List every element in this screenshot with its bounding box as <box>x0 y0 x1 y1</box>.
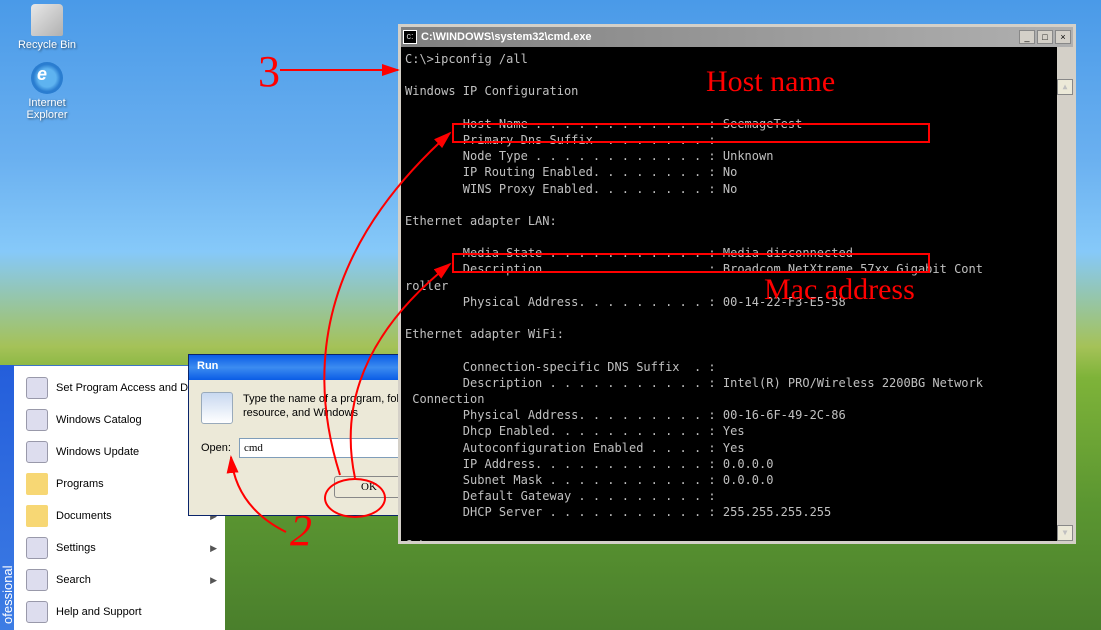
maximize-button[interactable]: □ <box>1037 30 1053 44</box>
cmd-titlebar[interactable]: c: C:\WINDOWS\system32\cmd.exe _ □ × <box>401 27 1073 47</box>
minimize-button[interactable]: _ <box>1019 30 1035 44</box>
sm-item-search[interactable]: Search ▶ <box>18 564 225 596</box>
cmd-title-text: C:\WINDOWS\system32\cmd.exe <box>421 31 1017 43</box>
sm-item-help[interactable]: Help and Support <box>18 596 225 628</box>
documents-icon <box>26 505 48 527</box>
desktop-icon-recycle-bin[interactable]: Recycle Bin <box>12 4 82 51</box>
close-button[interactable]: × <box>1055 30 1071 44</box>
sm-label: Windows Catalog <box>56 414 142 426</box>
sm-label: Windows Update <box>56 446 139 458</box>
ie-icon <box>31 62 63 94</box>
sm-item-settings[interactable]: Settings ▶ <box>18 532 225 564</box>
sm-label: Search <box>56 574 91 586</box>
scroll-track[interactable] <box>1057 128 1073 541</box>
cmd-scrollbar[interactable]: ▲ ▼ <box>1057 47 1073 541</box>
cmd-icon: c: <box>403 30 417 44</box>
start-menu-stripe: ofessional <box>0 365 14 630</box>
scroll-down-button[interactable]: ▼ <box>1057 525 1073 541</box>
sm-label: Help and Support <box>56 606 142 618</box>
settings-icon <box>26 537 48 559</box>
update-icon <box>26 441 48 463</box>
recycle-bin-icon <box>31 4 63 36</box>
run-icon <box>201 392 233 424</box>
sm-label: Programs <box>56 478 104 490</box>
desktop-icon-ie[interactable]: Internet Explorer <box>12 62 82 121</box>
scroll-up-button[interactable]: ▲ <box>1057 79 1073 95</box>
annotation-step-3: 3 <box>258 46 280 97</box>
icon-label: Internet Explorer <box>12 97 82 121</box>
sm-label: Settings <box>56 542 96 554</box>
sm-label: Set Program Access and D <box>56 382 188 394</box>
search-icon <box>26 569 48 591</box>
program-access-icon <box>26 377 48 399</box>
help-icon <box>26 601 48 623</box>
catalog-icon <box>26 409 48 431</box>
chevron-right-icon: ▶ <box>210 543 217 554</box>
sm-label: Documents <box>56 510 112 522</box>
programs-icon <box>26 473 48 495</box>
ok-button[interactable]: OK <box>334 476 404 498</box>
annotation-arrow-3 <box>280 60 410 80</box>
icon-label: Recycle Bin <box>12 39 82 51</box>
chevron-right-icon: ▶ <box>210 575 217 586</box>
run-open-label: Open: <box>201 442 231 454</box>
cmd-window: c: C:\WINDOWS\system32\cmd.exe _ □ × C:\… <box>398 24 1076 544</box>
cmd-output[interactable]: C:\>ipconfig /all Windows IP Configurati… <box>401 47 1073 541</box>
